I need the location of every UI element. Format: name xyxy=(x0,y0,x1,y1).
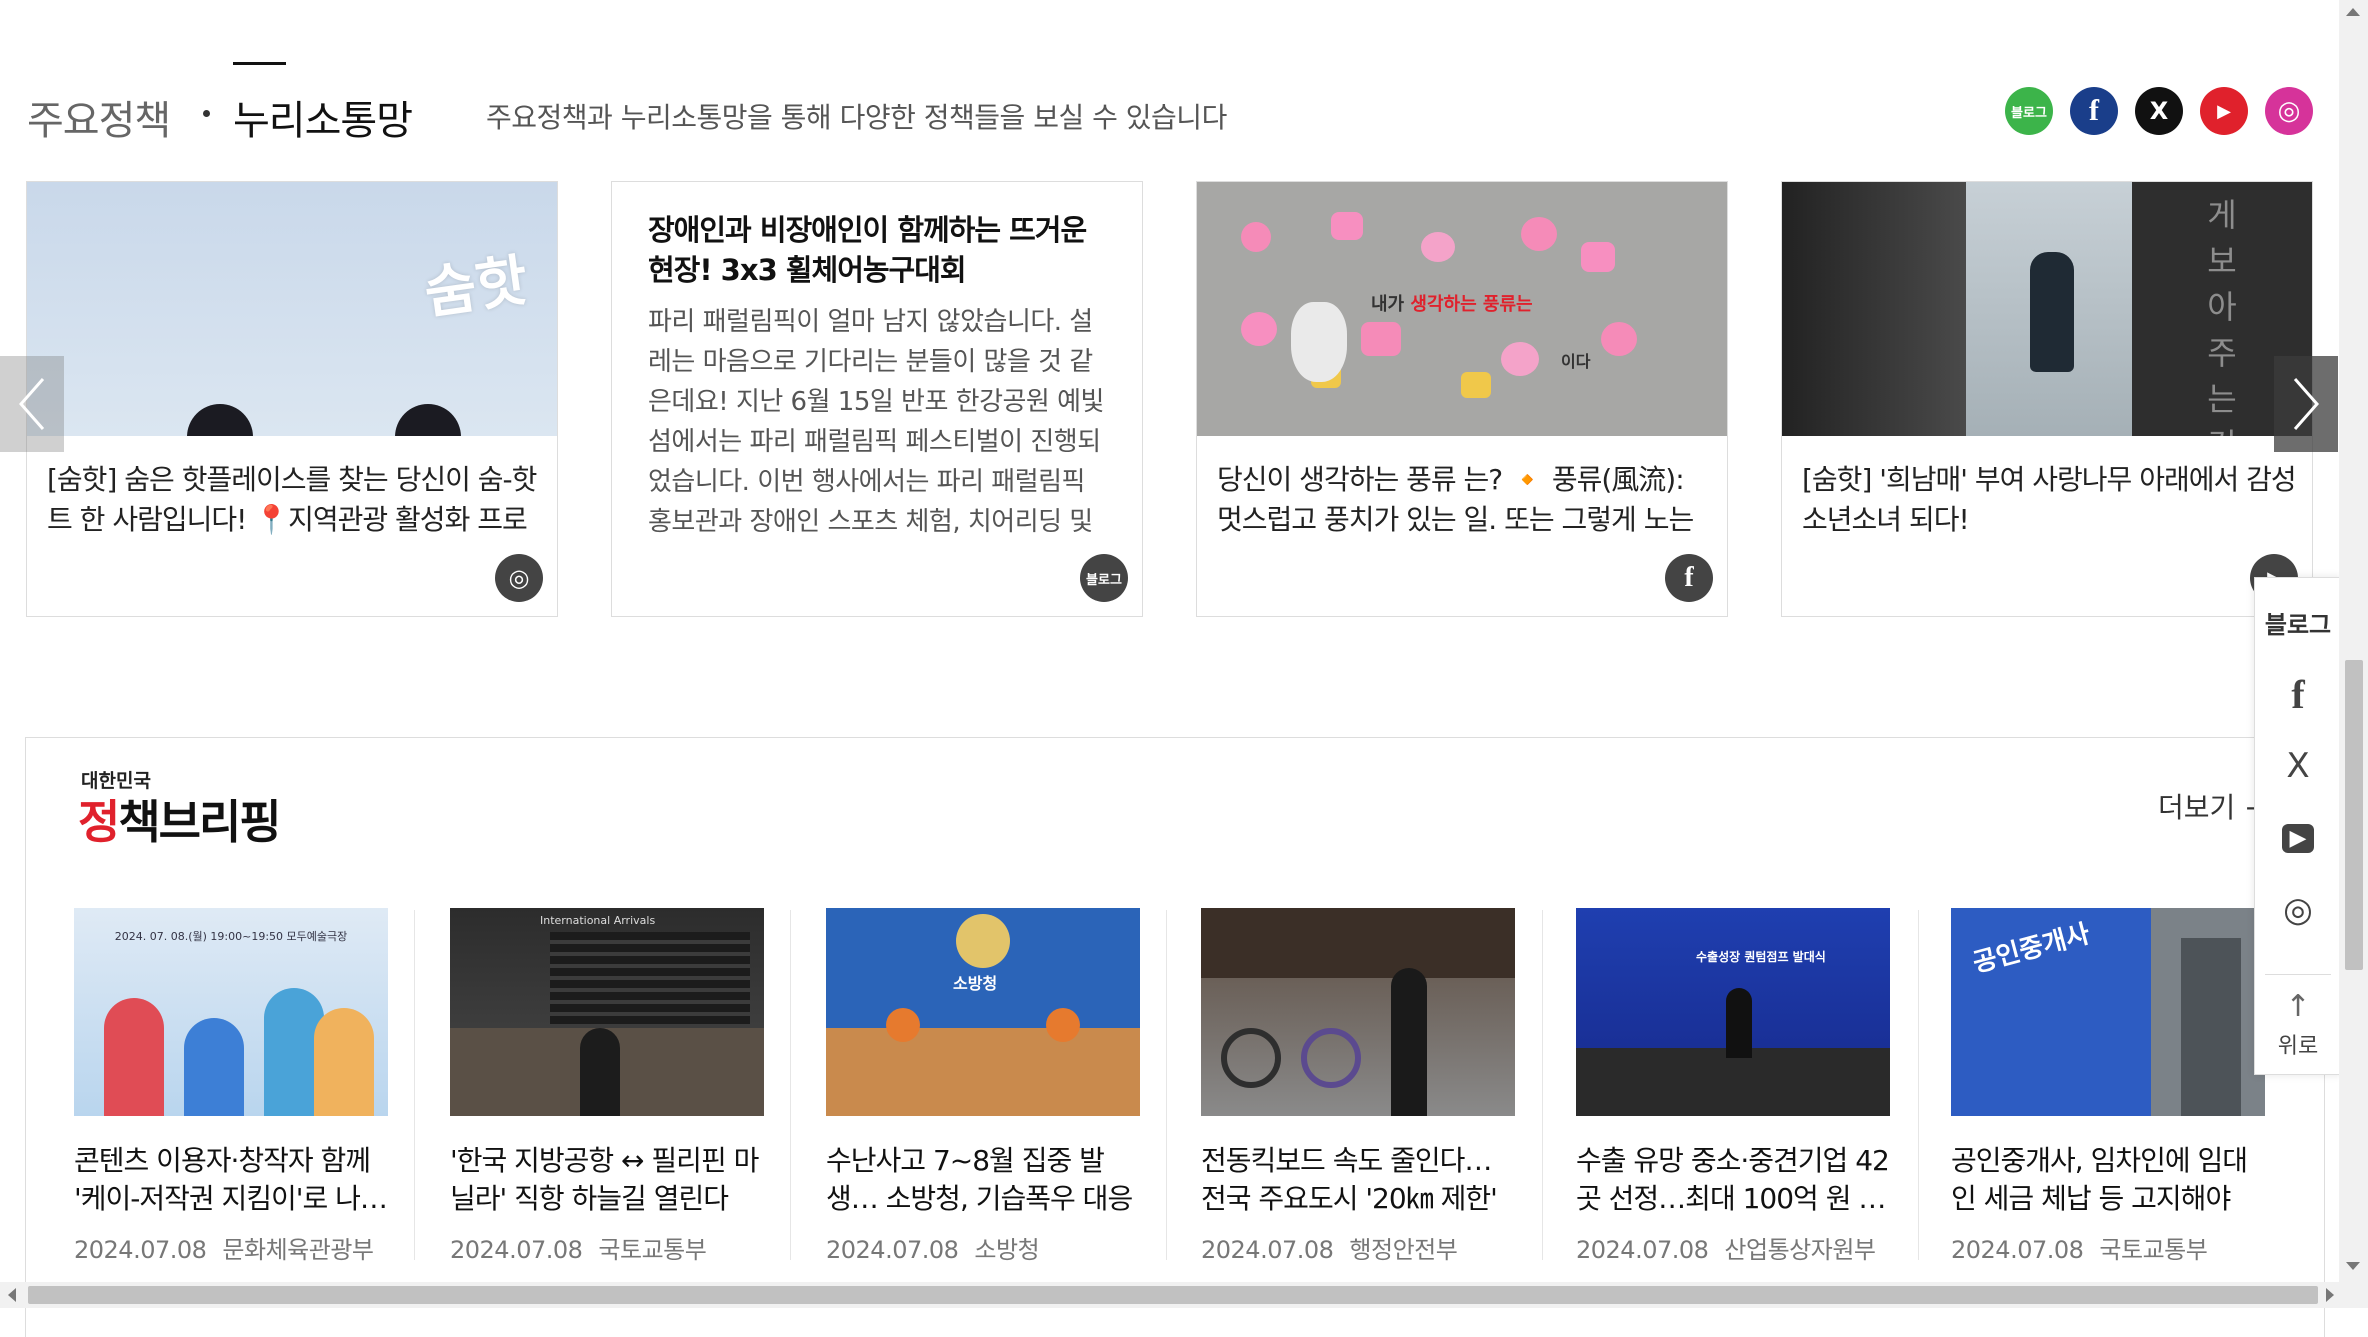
item-thumbnail: 소방청 xyxy=(826,908,1140,1116)
card-thumbnail: 내가 생각하는 풍류는 이다 xyxy=(1197,182,1727,436)
item-thumbnail: 수출성장 퀀텀점프 발대식 xyxy=(1576,908,1890,1116)
item-meta: 2024.07.08 국토교통부 xyxy=(450,1236,707,1264)
divider xyxy=(790,910,791,1260)
item-thumbnail: 공인중개사 xyxy=(1951,908,2265,1116)
item-meta: 2024.07.08 문화체육관광부 xyxy=(74,1236,374,1264)
item-meta: 2024.07.08 행정안전부 xyxy=(1201,1236,1458,1264)
card-title: 장애인과 비장애인이 함께하는 뜨거운 현장! 3x3 휠체어농구대회 xyxy=(648,213,1087,287)
facebook-icon: f xyxy=(1665,554,1713,602)
scroll-top-button[interactable]: ↑ 위로 xyxy=(2255,986,2341,1066)
divider xyxy=(414,910,415,1260)
divider xyxy=(1542,910,1543,1260)
scroll-right-arrow-icon[interactable] xyxy=(2326,1288,2334,1302)
instagram-icon: ◎ xyxy=(495,554,543,602)
scroll-up-arrow-icon[interactable] xyxy=(2346,8,2360,16)
person-head xyxy=(187,404,253,436)
item-thumbnail xyxy=(1201,908,1515,1116)
briefing-item[interactable]: International Arrivals '한국 지방공항 ↔ 필리핀 마닐… xyxy=(450,908,764,1265)
active-tab-indicator xyxy=(233,62,286,65)
card-thumbnail: 게 보 아 주 는 것 이 xyxy=(1782,182,2312,436)
policy-briefing-logo[interactable]: 정책브리핑 xyxy=(78,786,282,852)
sns-card-3[interactable]: 내가 생각하는 풍류는 이다 당신이 생각하는 풍류 는? 🔸 풍류(風流): … xyxy=(1196,181,1728,617)
card-caption: 당신이 생각하는 풍류 는? 🔸 풍류(風流): 멋스럽고 풍치가 있는 일. … xyxy=(1217,463,1694,536)
divider xyxy=(1166,910,1167,1260)
chevron-right-icon xyxy=(2293,378,2319,430)
sticky-notes-board: 내가 생각하는 풍류는 이다 xyxy=(1221,212,1661,412)
x-icon[interactable]: X xyxy=(2135,87,2183,135)
sns-card-2[interactable]: 장애인과 비장애인이 함께하는 뜨거운 현장! 3x3 휠체어농구대회 파리 패… xyxy=(611,181,1143,617)
tab-main-policy[interactable]: 주요정책 xyxy=(27,88,171,146)
blog-icon: 블로그 xyxy=(1080,554,1128,602)
youtube-icon[interactable]: ▶ xyxy=(2255,816,2341,860)
vertical-scrollbar[interactable] xyxy=(2339,0,2368,1282)
arrow-up-icon: ↑ xyxy=(2285,989,2311,1024)
sns-card-4[interactable]: 게 보 아 주 는 것 이 [숨핫] '희남매' 부여 사랑나무 아래에서 감성… xyxy=(1781,181,2313,617)
vase-shape xyxy=(1291,302,1347,382)
chevron-left-icon xyxy=(19,378,45,430)
section-description: 주요정책과 누리소통망을 통해 다양한 정책들을 보실 수 있습니다 xyxy=(486,101,1227,134)
item-title: 수출 유망 중소·중견기업 42곳 선정…최대 100억 원 … xyxy=(1576,1144,1890,1215)
item-title: 콘텐츠 이용자·창작자 함께 '케이-저작권 지킴이'로 나… xyxy=(74,1144,388,1215)
person-figure xyxy=(2030,252,2074,372)
item-meta: 2024.07.08 소방청 xyxy=(826,1236,1040,1264)
sns-card-1[interactable]: 숨핫 [숨핫] 숨은 핫플레이스를 찾는 당신이 숨-핫트 한 사람입니다! 📍… xyxy=(26,181,558,617)
item-thumbnail: 2024. 07. 08.(월) 19:00~19:50 모두예술극장 xyxy=(74,908,388,1116)
blog-link[interactable]: 블로그 xyxy=(2255,602,2341,642)
floating-share-bar: 블로그 f X ▶ ◎ ↑ 위로 xyxy=(2254,577,2342,1075)
more-link[interactable]: 더보기 + xyxy=(2158,786,2268,826)
tab-nuri-sns[interactable]: 누리소통망 xyxy=(233,88,413,146)
carousel-prev-button[interactable] xyxy=(0,356,64,452)
youtube-icon[interactable]: ▶ xyxy=(2200,87,2248,135)
briefing-item[interactable]: 수출성장 퀀텀점프 발대식 수출 유망 중소·중견기업 42곳 선정…최대 10… xyxy=(1576,908,1890,1265)
card-caption: [숨핫] '희남매' 부여 사랑나무 아래에서 감성소년소녀 되다! xyxy=(1802,463,2297,536)
briefing-item[interactable]: 공인중개사 공인중개사, 임차인에 임대인 세금 체납 등 고지해야 2024.… xyxy=(1951,908,2265,1265)
item-title: 수난사고 7~8월 집중 발생… 소방청, 기습폭우 대응 강화 xyxy=(826,1144,1133,1215)
vertical-scrollbar-thumb[interactable] xyxy=(2345,660,2363,970)
x-icon[interactable]: X xyxy=(2255,744,2341,788)
person-head xyxy=(395,404,461,436)
briefing-item[interactable]: 소방청 수난사고 7~8월 집중 발생… 소방청, 기습폭우 대응 강화 202… xyxy=(826,908,1140,1265)
divider xyxy=(1918,910,1919,1260)
item-meta: 2024.07.08 산업통상자원부 xyxy=(1576,1236,1876,1264)
card-caption: [숨핫] 숨은 핫플레이스를 찾는 당신이 숨-핫트 한 사람입니다! 📍지역관… xyxy=(47,463,537,536)
tab-separator-dot xyxy=(203,110,210,117)
briefing-item[interactable]: 전동킥보드 속도 줄인다…전국 주요도시 '20㎞ 제한' … 2024.07.… xyxy=(1201,908,1515,1265)
blog-icon[interactable]: 블로그 xyxy=(2005,87,2053,135)
card-image-logo: 숨핫 xyxy=(420,248,532,327)
facebook-icon[interactable]: f xyxy=(2070,87,2118,135)
scroll-left-arrow-icon[interactable] xyxy=(8,1288,16,1302)
card-excerpt: 파리 패럴림픽이 얼마 남지 않았습니다. 설레는 마음으로 기다리는 분들이 … xyxy=(648,307,1104,537)
card-thumbnail: 숨핫 xyxy=(27,182,557,436)
facebook-icon[interactable]: f xyxy=(2255,672,2341,717)
horizontal-scrollbar-thumb[interactable] xyxy=(28,1286,2318,1304)
item-thumbnail: International Arrivals xyxy=(450,908,764,1116)
divider xyxy=(2265,974,2331,975)
instagram-icon[interactable]: ◎ xyxy=(2255,888,2341,932)
item-title: 전동킥보드 속도 줄인다…전국 주요도시 '20㎞ 제한' … xyxy=(1201,1144,1498,1215)
briefing-item[interactable]: 2024. 07. 08.(월) 19:00~19:50 모두예술극장 콘텐츠 … xyxy=(74,908,388,1265)
item-title: 공인중개사, 임차인에 임대인 세금 체납 등 고지해야 xyxy=(1951,1144,2248,1215)
item-title: '한국 지방공항 ↔ 필리핀 마닐라' 직항 하늘길 열린다 xyxy=(450,1144,759,1215)
scroll-down-arrow-icon[interactable] xyxy=(2346,1262,2360,1270)
carousel-next-button[interactable] xyxy=(2274,356,2338,452)
instagram-icon[interactable]: ◎ xyxy=(2265,87,2313,135)
item-meta: 2024.07.08 국토교통부 xyxy=(1951,1236,2208,1264)
